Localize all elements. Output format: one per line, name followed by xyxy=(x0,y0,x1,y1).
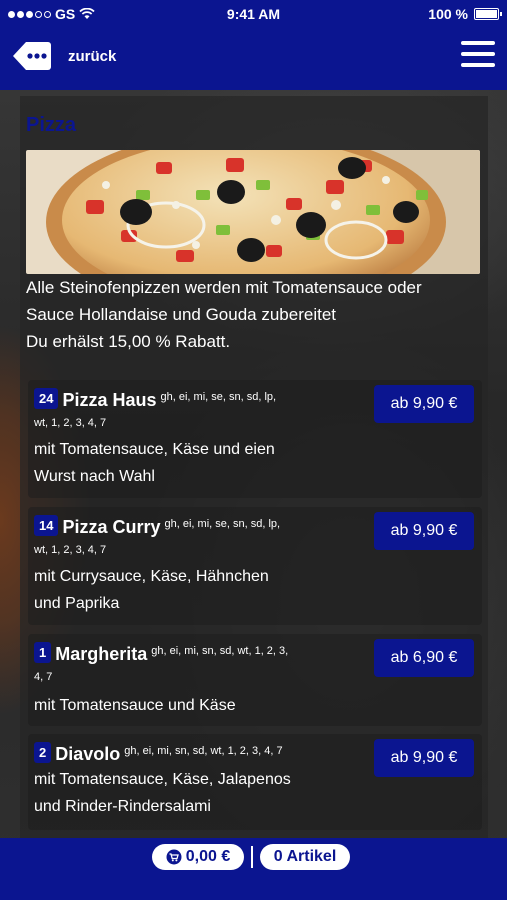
item-number-badge: 1 xyxy=(34,642,52,663)
category-description: Alle Steinofenpizzen werden mit Tomatens… xyxy=(26,274,486,355)
description-line: mit Currysauce, Käse, Hähnchen xyxy=(34,568,269,585)
description-line: und Paprika xyxy=(34,595,120,612)
category-panel: Pizza Alle Steinofenpizzen werden mit To… xyxy=(20,96,488,838)
battery-icon xyxy=(474,8,502,20)
price-button[interactable]: ab 6,90 € xyxy=(374,639,474,677)
cart-bar: 0,00 € 0 Artikel xyxy=(0,838,507,900)
item-description: mit Tomatensauce und Käse xyxy=(34,692,334,719)
price-button[interactable]: ab 9,90 € xyxy=(374,739,474,777)
description-line: mit Tomatensauce, Käse, Jalapenos xyxy=(34,771,291,788)
allergen-list-continued: wt, 1, 2, 3, 4, 7 xyxy=(34,544,107,556)
pizza-image xyxy=(26,150,480,274)
item-number-badge: 14 xyxy=(34,515,59,536)
item-name: Diavolo xyxy=(55,744,121,764)
menu-item-card[interactable]: 24 Pizza Haus gh, ei, mi, se, sn, sd, lp, … xyxy=(28,380,482,498)
menu-item-card[interactable]: 1 Margherita gh, ei, mi, sn, sd, wt, 1, 2,… xyxy=(28,634,482,726)
item-name: Pizza Haus xyxy=(62,390,157,410)
menu-item-card[interactable]: 2 Diavolo gh, ei, mi, sn, sd, wt, 1, 2, 3,… xyxy=(28,734,482,830)
status-bar: GS 9:41 AM 100 % xyxy=(0,0,507,28)
item-number-badge: 24 xyxy=(34,388,59,409)
back-button[interactable]: zurück xyxy=(12,40,116,72)
allergen-list: gh, ei, mi, sn, sd, wt, 1, 2, 3, 4, 7 xyxy=(124,745,283,757)
description-line: und Rinder-Rindersalami xyxy=(34,798,211,815)
allergen-list: gh, ei, mi, se, sn, sd, lp, xyxy=(164,518,281,530)
hamburger-menu-icon[interactable] xyxy=(461,41,495,71)
item-description: mit Tomatensauce, Käse, Jalapenos und Ri… xyxy=(34,766,364,820)
category-title: Pizza xyxy=(26,114,77,136)
description-line: mit Tomatensauce, Käse und eien xyxy=(34,441,275,458)
back-icon xyxy=(13,42,51,70)
item-name: Margherita xyxy=(55,644,148,664)
price-button[interactable]: ab 9,90 € xyxy=(374,385,474,423)
back-label: zurück xyxy=(68,47,117,65)
article-count-button[interactable]: 0 Artikel xyxy=(260,844,350,870)
cart-total-button[interactable]: 0,00 € xyxy=(152,844,244,870)
allergen-list-continued: wt, 1, 2, 3, 4, 7 xyxy=(34,417,107,429)
item-description: mit Tomatensauce, Käse und eien Wurst na… xyxy=(34,436,334,490)
allergen-list: gh, ei, mi, se, sn, sd, lp, xyxy=(160,391,277,403)
description-line: Sauce Hollandaise und Gouda zubereitet xyxy=(26,305,336,324)
item-description: mit Currysauce, Käse, Hähnchen und Papri… xyxy=(34,563,334,617)
cart-total: 0,00 € xyxy=(185,848,231,865)
description-line: Alle Steinofenpizzen werden mit Tomatens… xyxy=(26,278,422,297)
price-button[interactable]: ab 9,90 € xyxy=(374,512,474,550)
allergen-list: gh, ei, mi, sn, sd, wt, 1, 2, 3, xyxy=(151,645,289,657)
menu-item-card[interactable]: 14 Pizza Curry gh, ei, mi, se, sn, sd, lp,… xyxy=(28,507,482,625)
battery-indicator: 100 % xyxy=(428,6,502,22)
cart-divider xyxy=(251,846,253,868)
description-line: mit Tomatensauce und Käse xyxy=(34,697,236,714)
description-line: Wurst nach Wahl xyxy=(34,468,155,485)
item-name: Pizza Curry xyxy=(62,517,161,537)
cart-icon xyxy=(166,849,182,865)
discount-note: Du erhälst 15,00 % Rabatt. xyxy=(26,332,231,351)
nav-bar: zurück xyxy=(0,28,507,90)
battery-percent: 100 % xyxy=(428,6,468,22)
item-number-badge: 2 xyxy=(34,742,52,763)
allergen-list-continued: 4, 7 xyxy=(34,671,53,683)
